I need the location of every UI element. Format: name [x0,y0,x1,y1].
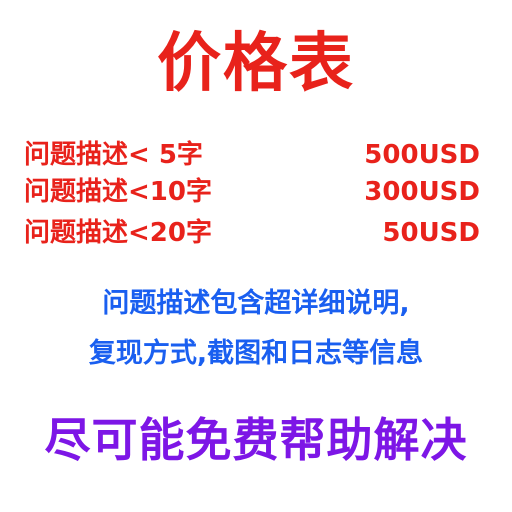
price-row-description: 问题描述< 5字 [24,140,203,170]
price-row: 问题描述<10字 300USD [24,175,480,209]
price-row-description: 问题描述<10字 [24,177,212,207]
price-row: 问题描述<20字 50USD [24,216,480,250]
price-row: 问题描述< 5字 500USD [24,138,480,172]
free-help-banner: 尽可能免费帮助解决 [44,413,468,467]
note-line-1: 问题描述包含超详细说明, [102,288,410,319]
price-row-amount: 500USD [364,140,480,170]
note-line-2: 复现方式,截图和日志等信息 [88,338,424,369]
page-title: 价格表 [157,27,355,101]
price-row-amount: 300USD [364,177,480,207]
price-row-description: 问题描述<20字 [24,218,212,248]
price-row-amount: 50USD [382,218,480,248]
